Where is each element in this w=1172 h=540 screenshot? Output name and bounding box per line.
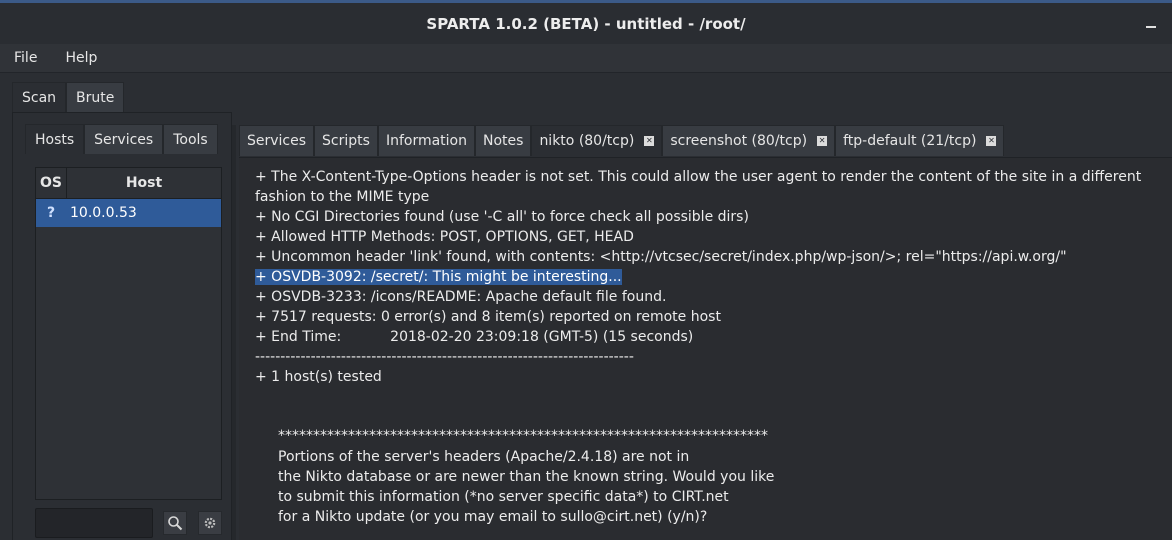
left-tabs: Hosts Services Tools: [25, 124, 218, 154]
tab-screenshot-label: screenshot (80/tcp): [670, 133, 808, 149]
tab-services[interactable]: Services: [84, 124, 164, 154]
tab-information[interactable]: Information: [377, 125, 475, 156]
tab-ftp-default[interactable]: ftp-default (21/tcp) ✕: [835, 125, 1005, 156]
output-line: + Uncommon header 'link' found, with con…: [255, 249, 1067, 265]
tab-scan[interactable]: Scan: [12, 82, 67, 112]
host-filter-input[interactable]: [35, 508, 153, 538]
tab-host-services[interactable]: Services: [239, 125, 315, 156]
output-line: for a Nikto update (or you may email to …: [278, 509, 708, 525]
os-unknown-icon: ?: [46, 205, 56, 221]
output-line: the Nikto database or are newer than the…: [278, 469, 775, 485]
window-title: SPARTA 1.0.2 (BETA) - untitled - /root/: [426, 14, 746, 33]
output-line: + 1 host(s) tested: [255, 369, 382, 385]
right-panel: Services Scripts Information Notes nikto…: [236, 125, 1172, 540]
host-table-header: OS Host: [36, 168, 221, 199]
gear-icon: [204, 517, 216, 529]
host-address: 10.0.0.53: [70, 205, 137, 221]
search-icon: [168, 516, 183, 531]
output-line: Portions of the server's headers (Apache…: [278, 449, 690, 465]
settings-button[interactable]: [198, 511, 222, 535]
menu-file[interactable]: File: [0, 50, 51, 66]
close-icon[interactable]: ✕: [644, 136, 655, 146]
tool-output[interactable]: + The X-Content-Type-Options header is n…: [239, 157, 1172, 540]
close-icon[interactable]: ✕: [817, 136, 828, 146]
output-line: + Allowed HTTP Methods: POST, OPTIONS, G…: [255, 229, 634, 245]
output-line: + OSVDB-3233: /icons/README: Apache defa…: [255, 289, 667, 305]
search-button[interactable]: [163, 511, 187, 535]
main-tabs: Scan Brute: [12, 82, 125, 112]
output-line-selected: + OSVDB-3092: /secret/: This might be in…: [255, 267, 622, 287]
output-stars: ****************************************…: [278, 428, 768, 444]
tab-notes[interactable]: Notes: [475, 125, 532, 156]
host-detail-tabs: Services Scripts Information Notes nikto…: [239, 125, 1005, 156]
output-separator: ----------------------------------------…: [255, 349, 634, 365]
output-line: to submit this information (*no server s…: [278, 489, 729, 505]
close-icon[interactable]: ✕: [986, 136, 997, 146]
title-bar: SPARTA 1.0.2 (BETA) - untitled - /root/: [0, 0, 1172, 44]
table-row[interactable]: ? 10.0.0.53: [36, 199, 221, 227]
column-host[interactable]: Host: [67, 168, 221, 198]
output-line: + The X-Content-Type-Options header is n…: [255, 169, 1142, 205]
tab-nikto[interactable]: nikto (80/tcp) ✕: [531, 125, 663, 156]
menu-help[interactable]: Help: [51, 50, 111, 66]
tab-brute[interactable]: Brute: [66, 82, 125, 112]
host-table: OS Host ? 10.0.0.53: [35, 167, 222, 500]
tab-screenshot[interactable]: screenshot (80/tcp) ✕: [662, 125, 836, 156]
selected-text: + OSVDB-3092: /secret/: This might be in…: [255, 269, 622, 285]
menu-bar: File Help: [0, 44, 1172, 73]
tab-hosts[interactable]: Hosts: [25, 124, 85, 154]
minimize-icon[interactable]: [1146, 26, 1156, 28]
output-line: + 7517 requests: 0 error(s) and 8 item(s…: [255, 309, 721, 325]
left-panel: Hosts Services Tools OS Host ? 10.0.0.53: [12, 112, 232, 540]
tab-ftp-default-label: ftp-default (21/tcp): [843, 133, 977, 149]
tab-nikto-label: nikto (80/tcp): [539, 133, 635, 149]
output-line: + No CGI Directories found (use '-C all'…: [255, 209, 749, 225]
tab-tools[interactable]: Tools: [163, 124, 218, 154]
output-line: + End Time: 2018-02-20 23:09:18 (GMT-5) …: [255, 329, 694, 345]
tab-scripts[interactable]: Scripts: [314, 125, 378, 156]
column-os[interactable]: OS: [36, 168, 67, 198]
